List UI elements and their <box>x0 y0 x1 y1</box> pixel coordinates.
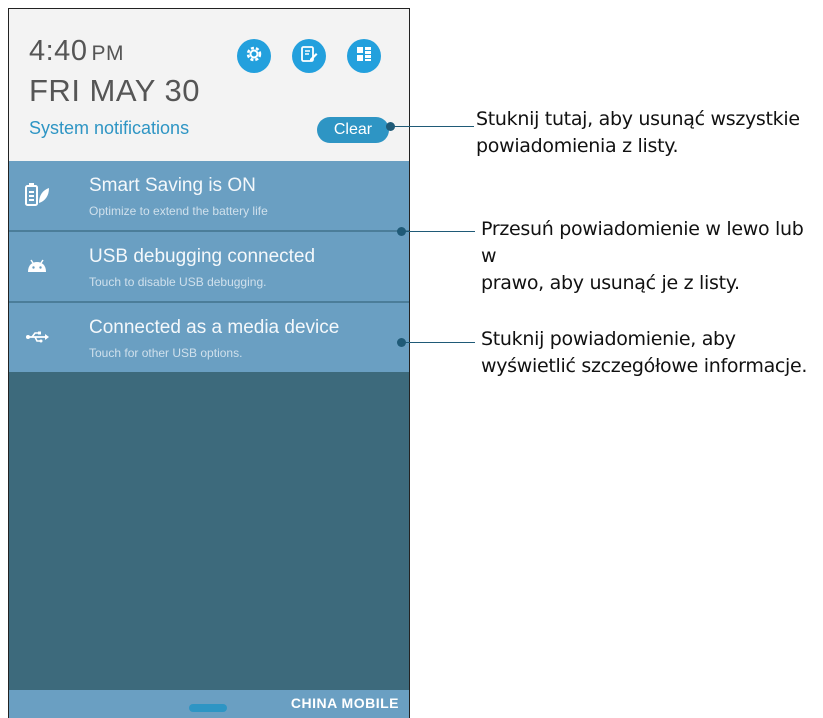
drag-handle[interactable] <box>189 704 227 712</box>
bottom-bar: CHINA MOBILE <box>9 690 409 718</box>
notification-subtitle: Optimize to extend the battery life <box>89 204 268 218</box>
settings-button[interactable] <box>237 39 271 73</box>
notification-usb-debugging[interactable]: USB debugging connected Touch to disable… <box>9 232 409 301</box>
notification-media-device[interactable]: Connected as a media device Touch for ot… <box>9 303 409 372</box>
notification-subtitle: Touch for other USB options. <box>89 346 243 360</box>
callout-line <box>405 231 475 232</box>
edit-icon <box>299 44 319 69</box>
clock: 4:40 PM <box>29 35 124 68</box>
callout-line <box>405 342 475 343</box>
callout-swipe: Przesuń powiadomienie w lewo lub w prawo… <box>481 216 823 297</box>
gear-icon <box>244 44 264 69</box>
notification-subtitle: Touch to disable USB debugging. <box>89 275 267 289</box>
android-icon <box>23 252 51 280</box>
battery-leaf-icon <box>23 181 51 209</box>
apps-grid-icon <box>354 44 374 69</box>
callout-line <box>394 126 474 127</box>
carrier-label: CHINA MOBILE <box>290 695 399 711</box>
clear-button[interactable]: Clear <box>317 117 389 143</box>
date: FRI MAY 30 <box>29 73 200 108</box>
notification-smart-saving[interactable]: Smart Saving is ON Optimize to extend th… <box>9 161 409 230</box>
callout-clear: Stuknij tutaj, aby usunąć wszystkie powi… <box>476 106 800 160</box>
callout-line2: wyświetlić szczegółowe informacje. <box>481 355 808 377</box>
usb-icon <box>23 323 51 351</box>
callout-line2: powiadomienia z listy. <box>476 135 679 157</box>
notification-title: Connected as a media device <box>89 317 340 338</box>
callout-line1: Stuknij tutaj, aby usunąć wszystkie <box>476 108 800 130</box>
notification-header: 4:40 PM FRI MAY 30 System notifications C… <box>9 9 409 161</box>
system-notifications-label: System notifications <box>29 118 190 138</box>
notification-title: USB debugging connected <box>89 246 316 267</box>
notification-title: Smart Saving is ON <box>89 175 256 196</box>
callout-line2: prawo, aby usunąć je z listy. <box>481 272 740 294</box>
callout-line1: Stuknij powiadomienie, aby <box>481 328 736 350</box>
apps-button[interactable] <box>347 39 381 73</box>
phone-screen: 4:40 PM FRI MAY 30 System notifications C… <box>8 8 410 718</box>
callout-line1: Przesuń powiadomienie w lewo lub w <box>481 218 804 267</box>
callout-tap: Stuknij powiadomienie, aby wyświetlić sz… <box>481 326 807 380</box>
edit-button[interactable] <box>292 39 326 73</box>
clock-ampm: PM <box>91 42 124 65</box>
clock-time: 4:40 <box>29 35 88 67</box>
